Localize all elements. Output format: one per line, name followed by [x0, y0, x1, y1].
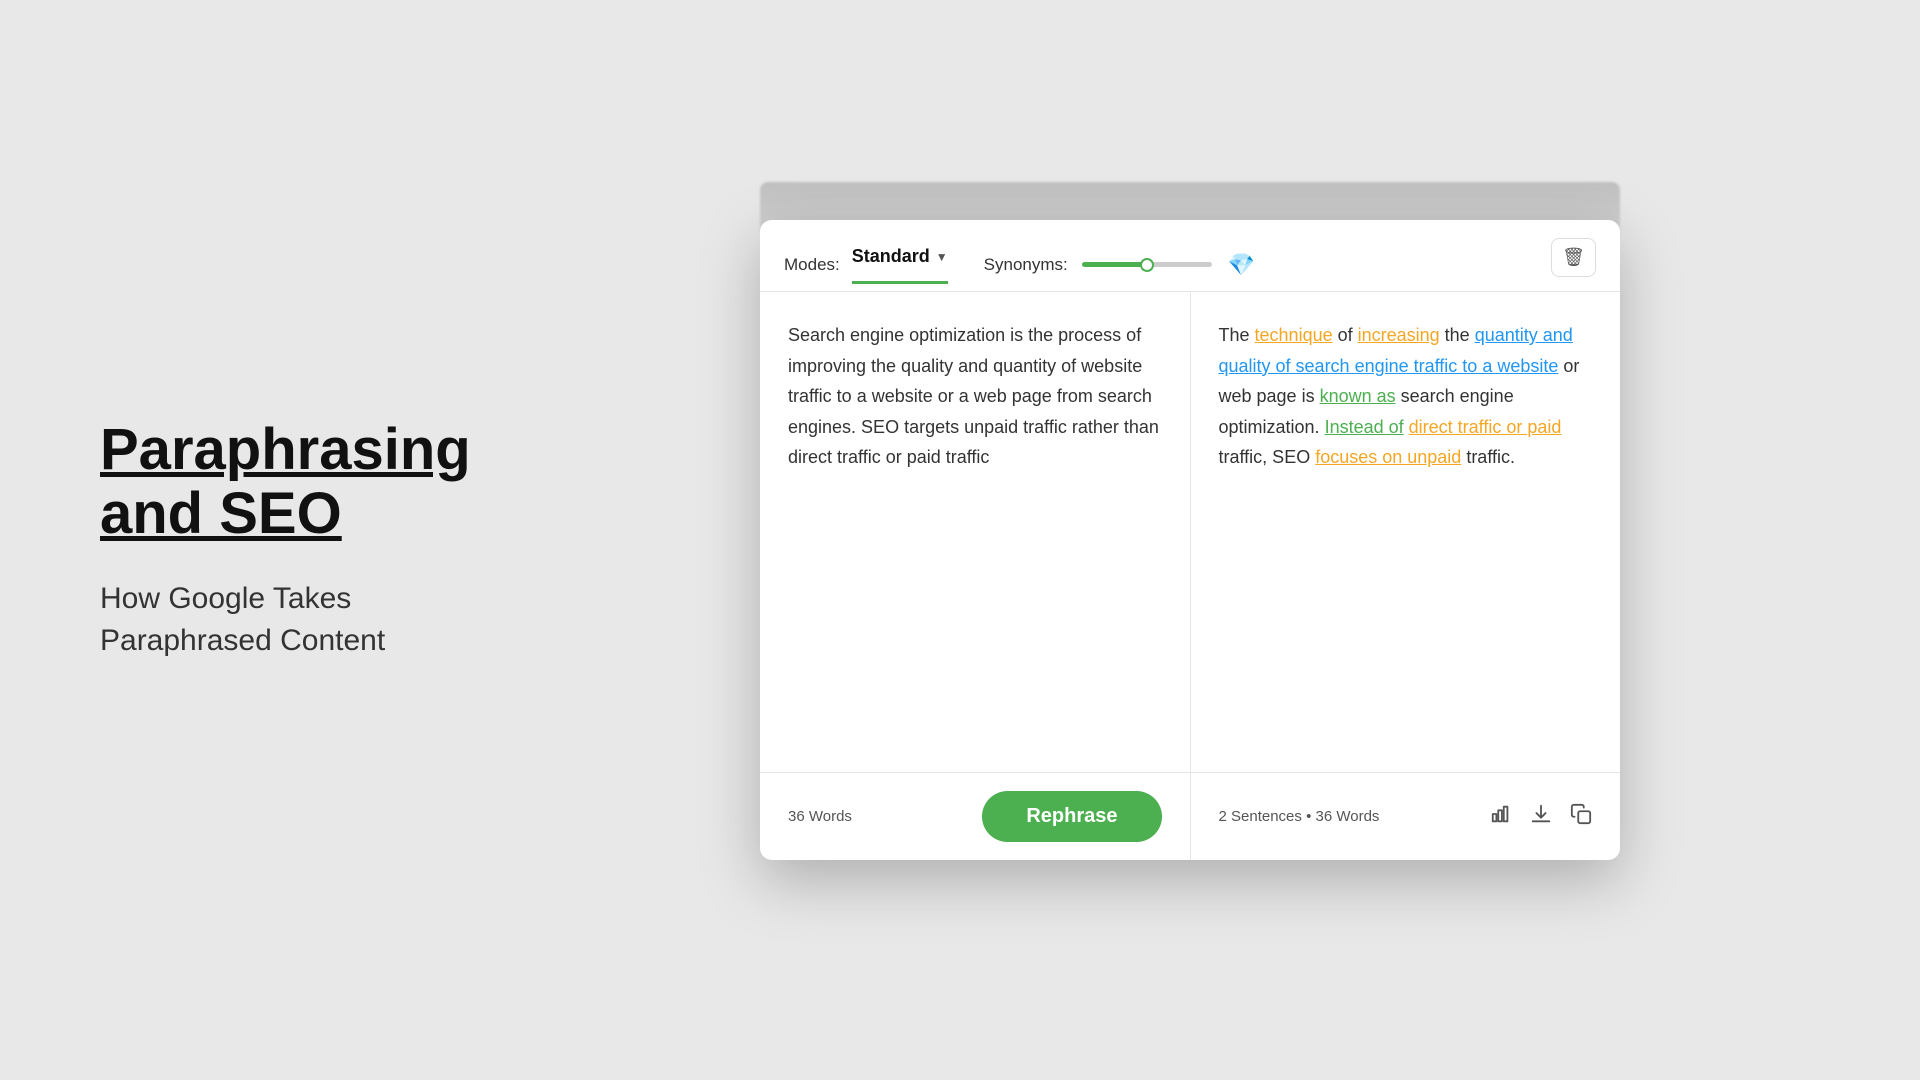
footer-icons: [1490, 803, 1592, 831]
highlight-increasing: increasing: [1358, 325, 1440, 345]
left-panel: Paraphrasing and SEO How Google Takes Pa…: [0, 418, 520, 662]
modes-label: Modes:: [784, 255, 840, 275]
slider-filled-track: [1082, 262, 1142, 267]
highlight-known-as: known as: [1320, 386, 1396, 406]
highlight-focuses-on: focuses on unpaid: [1315, 447, 1461, 467]
right-panel: Modes: Standard ▼ Synonyms: 💎 🗑: [520, 220, 1920, 860]
output-text: The technique of increasing the quantity…: [1219, 320, 1593, 473]
content-area: Search engine optimization is the proces…: [760, 292, 1620, 772]
footer-right: 2 Sentences • 36 Words: [1191, 785, 1621, 849]
highlight-technique: technique: [1255, 325, 1333, 345]
download-icon-button[interactable]: [1530, 803, 1552, 831]
highlight-direct-traffic: direct traffic or paid: [1409, 417, 1562, 437]
synonyms-label: Synonyms:: [984, 255, 1068, 275]
input-text: Search engine optimization is the proces…: [788, 320, 1162, 473]
output-stats: 2 Sentences • 36 Words: [1219, 808, 1380, 825]
tool-wrapper: Modes: Standard ▼ Synonyms: 💎 🗑: [760, 220, 1620, 860]
delete-button[interactable]: 🗑: [1551, 238, 1596, 277]
paraphraser-card: Modes: Standard ▼ Synonyms: 💎 🗑: [760, 220, 1620, 860]
slider-unfilled-track: [1152, 262, 1212, 267]
input-word-count: 36 Words: [788, 808, 852, 825]
footer: 36 Words Rephrase 2 Sentences • 36 Words: [760, 772, 1620, 860]
diamond-icon: 💎: [1228, 252, 1255, 278]
page-subtitle: How Google Takes Paraphrased Content: [100, 578, 440, 662]
highlight-instead-of: Instead of: [1325, 417, 1404, 437]
footer-left: 36 Words Rephrase: [760, 773, 1191, 860]
chevron-down-icon: ▼: [936, 250, 948, 264]
synonyms-slider[interactable]: [1082, 258, 1222, 272]
slider-thumb[interactable]: [1140, 258, 1154, 272]
chart-icon-button[interactable]: [1490, 803, 1512, 831]
mode-value: Standard: [852, 246, 930, 267]
output-pane: The technique of increasing the quantity…: [1191, 292, 1621, 772]
copy-icon-button[interactable]: [1570, 803, 1592, 831]
page-title: Paraphrasing and SEO: [100, 418, 440, 546]
toolbar: Modes: Standard ▼ Synonyms: 💎 🗑: [760, 220, 1620, 292]
input-pane[interactable]: Search engine optimization is the proces…: [760, 292, 1191, 772]
mode-dropdown[interactable]: Standard ▼: [852, 246, 948, 284]
rephrase-button[interactable]: Rephrase: [982, 791, 1161, 842]
